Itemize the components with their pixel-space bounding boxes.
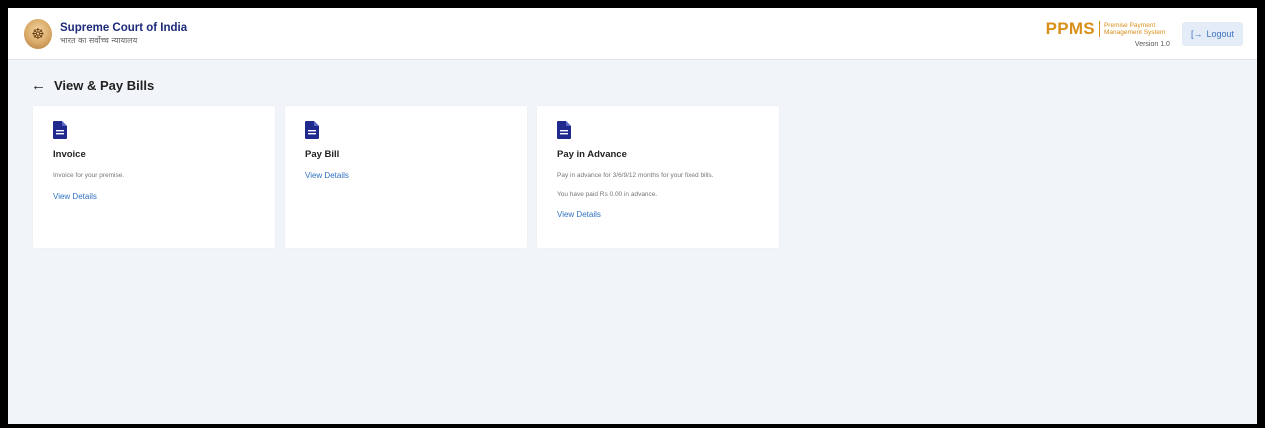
page-header: ← View & Pay Bills [8, 60, 1257, 96]
page-title: View & Pay Bills [54, 77, 155, 93]
court-emblem-icon: ☸ [24, 18, 52, 49]
app-window: ☸ Supreme Court of India भारत का सर्वोच्… [8, 8, 1257, 424]
card-pay-in-advance: Pay in Advance Pay in advance for 3/6/9/… [537, 106, 779, 248]
app-full-name: Premise Payment Management System [1103, 22, 1166, 36]
card-pay-bill: Pay Bill View Details [285, 106, 527, 248]
card-description: Invoice for your premise. [53, 172, 125, 179]
card-description: Pay in advance for 3/6/9/12 months for y… [557, 172, 714, 179]
card-title: Invoice [53, 149, 86, 160]
app-version: Version 1.0 [1134, 41, 1170, 48]
logout-button[interactable]: [→ Logout [1181, 21, 1243, 46]
view-details-link[interactable]: View Details [305, 171, 349, 180]
document-icon [53, 121, 275, 139]
logout-label: Logout [1206, 28, 1234, 39]
top-header: ☸ Supreme Court of India भारत का सर्वोच्… [8, 8, 1257, 60]
document-icon [557, 121, 779, 139]
advance-paid-text: You have paid Rs 0.00 in advance. [557, 191, 658, 198]
view-details-link[interactable]: View Details [557, 210, 601, 219]
card-title: Pay in Advance [557, 149, 627, 160]
arrow-left-icon[interactable]: ← [31, 77, 46, 94]
app-abbr: PPMS [1045, 19, 1095, 38]
org-subtitle: भारत का सर्वोच्च न्यायालय [60, 35, 138, 45]
header-right: PPMS Premise Payment Management System V… [1046, 19, 1243, 48]
app-logo: PPMS Premise Payment Management System V… [1046, 19, 1170, 48]
card-title: Pay Bill [305, 149, 340, 160]
view-details-link[interactable]: View Details [53, 192, 97, 201]
brand-text: Supreme Court of India भारत का सर्वोच्च … [60, 22, 187, 46]
org-name: Supreme Court of India [60, 21, 188, 34]
document-icon [305, 121, 527, 139]
card-invoice: Invoice Invoice for your premise. View D… [33, 106, 275, 248]
logout-icon: [→ [1190, 28, 1203, 39]
card-list: Invoice Invoice for your premise. View D… [8, 96, 1257, 248]
app-logo-row: PPMS Premise Payment Management System [1046, 19, 1170, 39]
app-logo-divider [1098, 21, 1100, 37]
brand: ☸ Supreme Court of India भारत का सर्वोच्… [24, 18, 187, 49]
